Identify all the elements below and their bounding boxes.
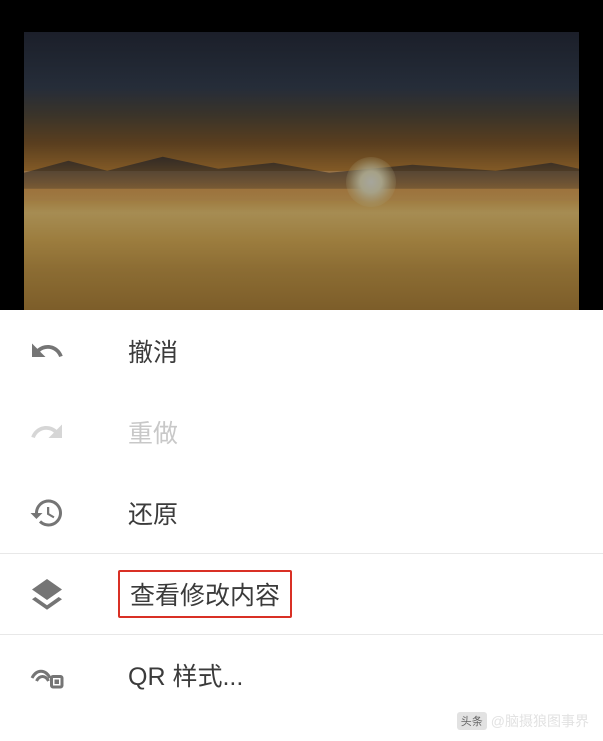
redo-button: 重做 (0, 391, 603, 472)
watermark-handle: @脑摄狼图事界 (491, 711, 589, 731)
view-edits-button[interactable]: 查看修改内容 (0, 553, 603, 634)
undo-icon (24, 328, 70, 374)
watermark: 头条 @脑摄狼图事界 (457, 711, 589, 731)
layers-icon (24, 571, 70, 617)
revert-button[interactable]: 还原 (0, 472, 603, 553)
revert-label: 还原 (118, 491, 188, 535)
redo-label: 重做 (118, 410, 188, 454)
qr-style-label: QR 样式... (118, 653, 253, 697)
redo-icon (24, 409, 70, 455)
undo-label: 撤消 (118, 329, 188, 373)
view-edits-label: 查看修改内容 (118, 570, 292, 618)
history-icon (24, 490, 70, 536)
preview-photo (24, 32, 579, 310)
qr-style-button[interactable]: QR 样式... (0, 634, 603, 715)
qr-style-icon (24, 652, 70, 698)
watermark-prefix: 头条 (457, 712, 487, 730)
image-preview (0, 0, 603, 310)
edit-menu: 撤消 重做 还原 查看修改内容 QR 样式... (0, 310, 603, 715)
undo-button[interactable]: 撤消 (0, 310, 603, 391)
